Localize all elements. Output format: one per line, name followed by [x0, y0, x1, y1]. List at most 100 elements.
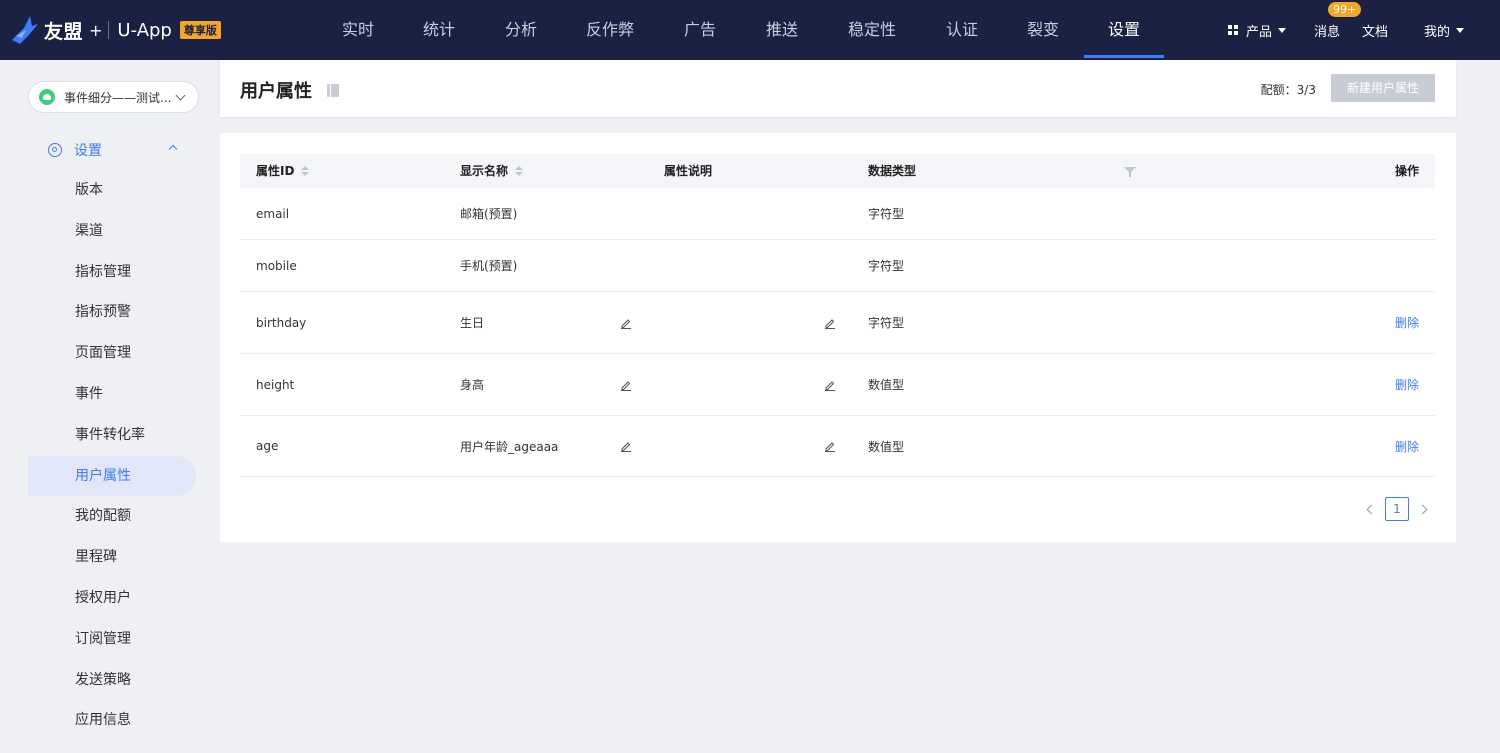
products-label: 产品 — [1245, 24, 1272, 40]
messages-badge: 99+ — [1327, 1, 1362, 17]
cell-data-type: 数值型 — [868, 439, 905, 454]
products-menu[interactable]: 产品 — [1227, 21, 1286, 40]
sidebar-item-subscriptions[interactable]: 订阅管理 — [28, 619, 196, 660]
cell-attribute-id: birthday — [256, 315, 307, 330]
cell-data-type: 字符型 — [868, 207, 905, 221]
table-row: email 邮箱(预置) 字符型 — [240, 188, 1435, 240]
gear-icon — [48, 143, 62, 157]
sidebar-item-milestones[interactable]: 里程碑 — [28, 537, 196, 578]
sidebar-item-pages[interactable]: 页面管理 — [28, 333, 196, 374]
sidebar-menu: 版本 渠道 指标管理 指标预警 页面管理 事件 事件转化率 用户属性 我的配额 … — [28, 170, 196, 741]
cell-data-type: 字符型 — [868, 259, 905, 273]
page-header: 用户属性 配额：3/3 新建用户属性 — [220, 60, 1456, 117]
account-menu[interactable]: 我的 — [1424, 21, 1464, 40]
table-row: birthday 生日 字符型 删除 — [240, 292, 1435, 354]
quota-text: 配额：3/3 — [1260, 83, 1316, 97]
sidebar-item-metric-alerts[interactable]: 指标预警 — [28, 292, 196, 333]
cell-attribute-id: height — [256, 377, 295, 392]
column-header-data-type: 数据类型 — [868, 164, 917, 178]
caret-down-icon — [1456, 27, 1464, 33]
nav-item-anti-fraud[interactable]: 反作弊 — [562, 0, 658, 60]
cell-display-name: 用户年龄_ageaaa — [460, 439, 559, 454]
edit-icon[interactable] — [620, 379, 632, 391]
docs-link[interactable]: 文档 — [1362, 21, 1388, 40]
sidebar-item-version[interactable]: 版本 — [28, 170, 196, 211]
nav-item-analysis[interactable]: 分析 — [480, 0, 562, 60]
cell-data-type: 数值型 — [868, 378, 905, 392]
filter-icon[interactable] — [1124, 167, 1136, 177]
sidebar-item-user-attributes[interactable]: 用户属性 — [28, 455, 196, 497]
delete-link[interactable]: 删除 — [1395, 354, 1419, 415]
chevron-up-icon — [168, 144, 178, 154]
grid-icon — [1227, 25, 1238, 35]
cell-attribute-id: mobile — [256, 258, 297, 273]
brand-divider — [108, 21, 110, 39]
edit-icon[interactable] — [620, 317, 632, 329]
sidebar-section-label: 设置 — [74, 143, 102, 159]
sidebar-item-events[interactable]: 事件 — [28, 374, 196, 415]
caret-down-icon — [1277, 27, 1286, 33]
page-number-current[interactable]: 1 — [1385, 497, 1409, 521]
nav-item-auth[interactable]: 认证 — [922, 0, 1002, 60]
nav-item-ads[interactable]: 广告 — [658, 0, 742, 60]
sidebar-item-app-info[interactable]: 应用信息 — [28, 700, 196, 741]
edit-icon[interactable] — [824, 379, 836, 391]
nav-item-fission[interactable]: 裂变 — [1002, 0, 1084, 60]
sidebar-item-my-quota[interactable]: 我的配额 — [28, 496, 196, 537]
nav-item-realtime[interactable]: 实时 — [318, 0, 398, 60]
brand-plus: + — [89, 20, 103, 40]
document-icon[interactable] — [327, 84, 339, 97]
top-navbar: 友盟 + U-App 尊享版 实时 统计 分析 反作弊 广告 推送 稳定性 认证… — [0, 0, 1500, 60]
sidebar-item-send-strategy[interactable]: 发送策略 — [28, 660, 196, 701]
nav-item-statistics[interactable]: 统计 — [398, 0, 480, 60]
edit-icon[interactable] — [824, 317, 836, 329]
sort-icon[interactable] — [515, 166, 524, 176]
nav-item-settings[interactable]: 设置 — [1084, 0, 1164, 60]
table-row: height 身高 数值型 删除 — [240, 354, 1435, 416]
cell-display-name: 邮箱(预置) — [460, 207, 518, 221]
delete-link[interactable]: 删除 — [1395, 416, 1419, 476]
sidebar-item-event-conversion[interactable]: 事件转化率 — [28, 415, 196, 456]
attributes-table-card: 属性ID 显示名称 属性说明 数据类型 操作 email 邮箱(预置) 字符型 … — [220, 133, 1456, 542]
delete-link[interactable]: 删除 — [1395, 292, 1419, 353]
cell-display-name: 手机(预置) — [460, 259, 518, 273]
messages-label: 消息 — [1313, 24, 1340, 40]
new-user-attribute-button[interactable]: 新建用户属性 — [1331, 74, 1435, 102]
cell-display-name: 身高 — [460, 378, 485, 392]
docs-label: 文档 — [1361, 24, 1388, 40]
edition-badge: 尊享版 — [179, 21, 221, 39]
sidebar-item-channel[interactable]: 渠道 — [28, 211, 196, 252]
cell-data-type: 字符型 — [868, 316, 905, 330]
messages-link[interactable]: 消息 99+ — [1313, 1, 1362, 40]
column-header-description: 属性说明 — [664, 164, 713, 178]
table-header: 属性ID 显示名称 属性说明 数据类型 操作 — [240, 154, 1435, 188]
nav-item-push[interactable]: 推送 — [742, 0, 822, 60]
app-selector-label: 事件细分——测试... — [64, 90, 172, 105]
sidebar: 事件细分——测试... 设置 版本 渠道 指标管理 指标预警 页面管理 事件 事… — [0, 60, 220, 753]
sidebar-item-authorized-users[interactable]: 授权用户 — [28, 578, 196, 619]
page-title: 用户属性 — [240, 81, 312, 102]
column-header-display-name[interactable]: 显示名称 — [460, 154, 524, 188]
android-icon — [39, 89, 55, 105]
column-header-actions: 操作 — [1394, 164, 1419, 178]
table-row: mobile 手机(预置) 字符型 — [240, 240, 1435, 292]
column-header-id[interactable]: 属性ID — [256, 154, 310, 188]
nav-item-stability[interactable]: 稳定性 — [822, 0, 922, 60]
nav-right-tools: 产品 消息 99+ 文档 我的 — [1200, 0, 1464, 60]
edit-icon[interactable] — [824, 440, 836, 452]
app-selector[interactable]: 事件细分——测试... — [28, 81, 199, 113]
cell-display-name: 生日 — [460, 316, 485, 330]
umeng-bird-icon — [12, 16, 38, 44]
prev-page-icon[interactable] — [1366, 504, 1377, 514]
sort-icon[interactable] — [301, 166, 310, 176]
edit-icon[interactable] — [620, 440, 632, 452]
chevron-down-icon — [176, 90, 186, 100]
next-page-icon[interactable] — [1417, 504, 1428, 514]
sidebar-section-settings[interactable]: 设置 — [48, 140, 180, 160]
cell-attribute-id: email — [256, 206, 290, 221]
sidebar-item-metrics[interactable]: 指标管理 — [28, 252, 196, 293]
account-label: 我的 — [1423, 24, 1450, 40]
brand-logo[interactable]: 友盟 + U-App 尊享版 — [10, 12, 221, 48]
brand-name: 友盟 — [44, 20, 84, 43]
table-row: age 用户年龄_ageaaa 数值型 删除 — [240, 416, 1435, 477]
